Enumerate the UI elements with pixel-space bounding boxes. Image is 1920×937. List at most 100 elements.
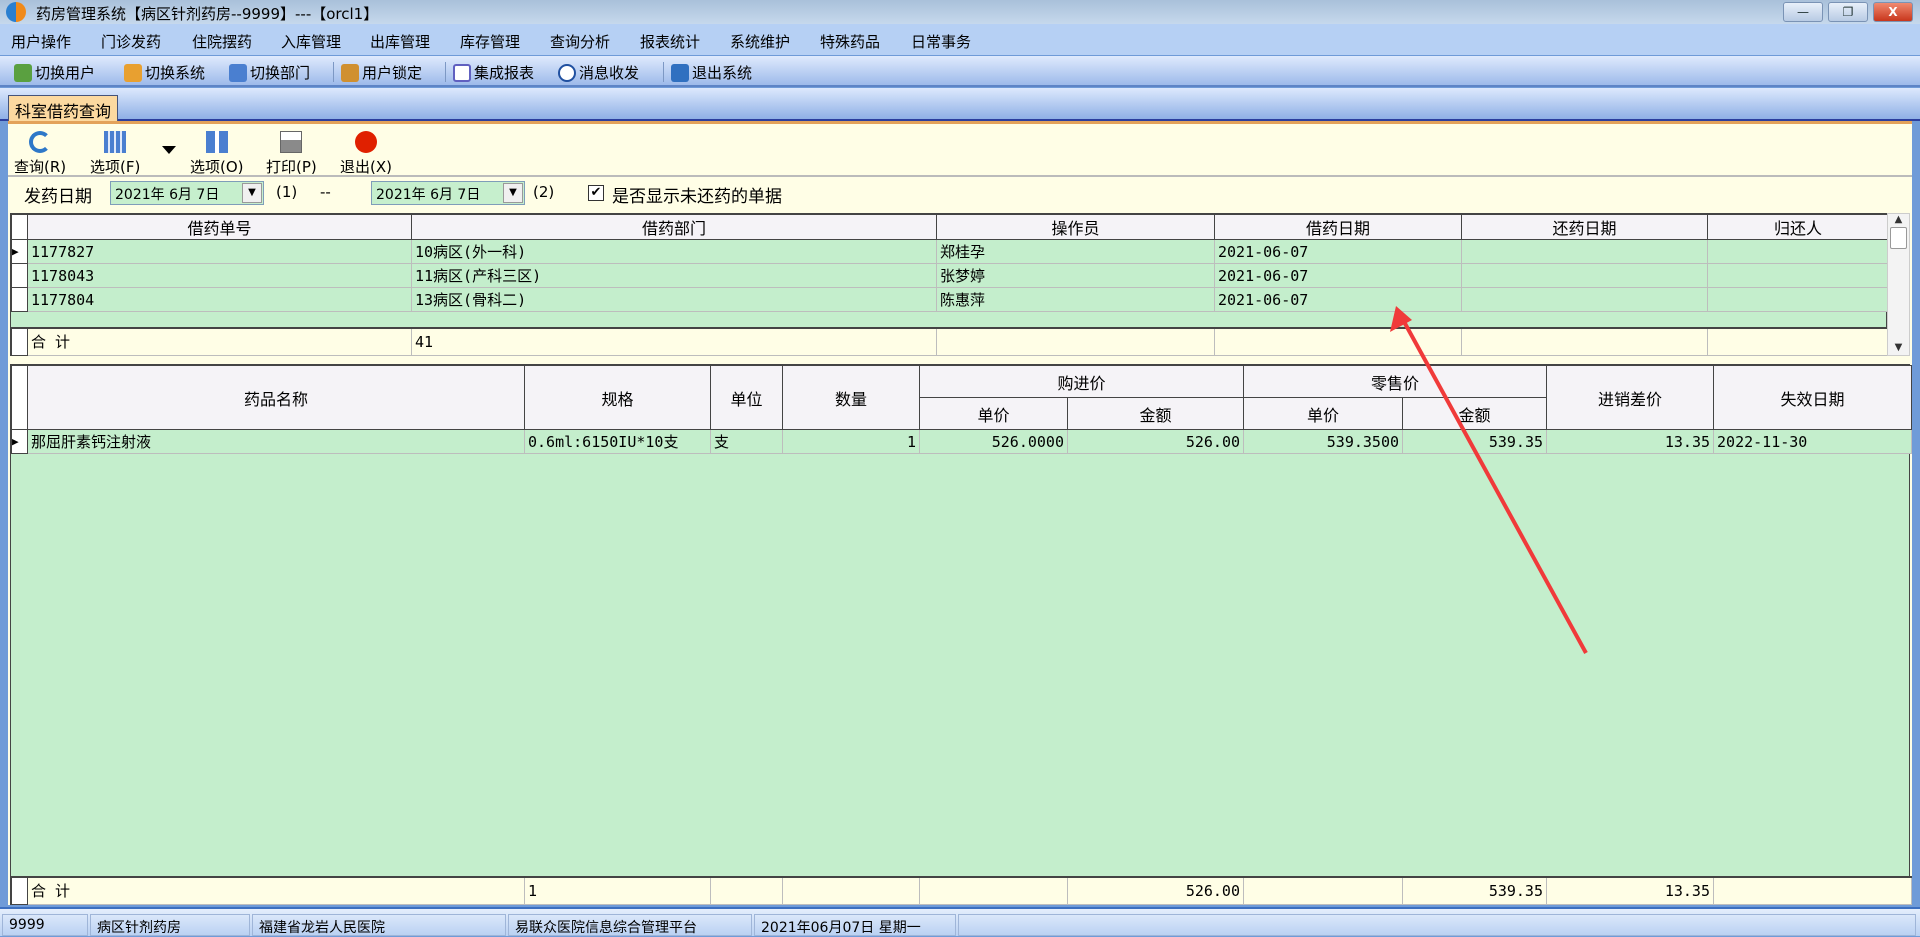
menu-stock-in[interactable]: 入库管理 [281,31,341,52]
col-header-buy-unit-price[interactable]: 单价 [919,397,1068,430]
col-header-retail-unit-price[interactable]: 单价 [1243,397,1404,430]
table-row[interactable]: ▶ 那屈肝素钙注射液 0.6ml:6150IU*10支 支 1 526.0000… [11,429,1913,454]
col-header-expiry[interactable]: 失效日期 [1713,365,1913,430]
row-header[interactable] [11,263,28,288]
menu-system[interactable]: 系统维护 [730,31,790,52]
minimize-button[interactable]: — [1783,2,1823,22]
cell-returner[interactable] [1707,239,1889,264]
report-button[interactable]: 集成报表 [453,62,534,83]
cell-return-date[interactable] [1461,263,1708,288]
cell-borrow-date[interactable]: 2021-06-07 [1214,263,1462,288]
borrow-summary-row: 合 计 41 [11,327,1889,356]
grid-header-row: 药品名称 规格 单位 数量 购进价 零售价 进销差价 失效日期 [11,365,1913,430]
drug-detail-grid: 药品名称 规格 单位 数量 购进价 零售价 进销差价 失效日期 单价 金额 单价… [10,364,1913,905]
col-header-purchase-price[interactable]: 购进价 [918,365,1245,398]
switch-user-button[interactable]: 切换用户 [14,62,95,83]
scroll-up-icon[interactable]: ▲ [1888,214,1909,225]
cell-retail-unit-price[interactable]: 539.3500 [1243,429,1404,454]
col-header-returner[interactable]: 归还人 [1707,214,1889,240]
cell-return-date[interactable] [1461,239,1708,264]
cell-expiry[interactable]: 2022-11-30 [1713,429,1913,454]
cell-retail-amount[interactable]: 539.35 [1402,429,1548,454]
col-header-spec[interactable]: 规格 [524,365,711,430]
switch-department-button[interactable]: 切换部门 [229,62,310,83]
cell-drug-name[interactable]: 那屈肝素钙注射液 [27,429,525,454]
col-header-drug-name[interactable]: 药品名称 [27,365,525,430]
table-row[interactable]: 1177804 13病区(骨科二) 陈惠萍 2021-06-07 [11,287,1889,312]
menu-stock-out[interactable]: 出库管理 [370,31,430,52]
cell-dept[interactable]: 11病区(产科三区) [411,263,937,288]
messages-button[interactable]: 消息收发 [558,62,639,83]
chevron-down-icon[interactable]: ▼ [242,183,262,203]
col-header-dept[interactable]: 借药部门 [411,214,937,240]
col-header-buy-amount[interactable]: 金额 [1066,397,1245,430]
exit-button[interactable]: 退出(X) [340,131,392,177]
restore-button[interactable]: ❐ [1828,2,1868,22]
col-header-unit[interactable]: 单位 [710,365,783,430]
col-header-return-date[interactable]: 还药日期 [1461,214,1708,240]
cell-operator[interactable]: 郑桂孕 [936,239,1215,264]
col-header-margin[interactable]: 进销差价 [1546,365,1715,430]
col-header-operator[interactable]: 操作员 [936,214,1215,240]
refresh-icon [29,131,52,153]
table-row[interactable]: 1178043 11病区(产科三区) 张梦婷 2021-06-07 [11,263,1889,288]
menu-inventory[interactable]: 库存管理 [460,31,520,52]
summary-cell [1461,327,1708,356]
cell-dept[interactable]: 10病区(外一科) [411,239,937,264]
exit-icon [671,63,689,82]
menu-daily[interactable]: 日常事务 [911,31,971,52]
print-button[interactable]: 打印(P) [266,131,317,177]
col-header-retail-amount[interactable]: 金额 [1402,397,1548,430]
cell-borrow-no[interactable]: 1177827 [27,239,412,264]
menu-query[interactable]: 查询分析 [550,31,610,52]
close-button[interactable]: X [1873,2,1913,22]
vertical-scrollbar[interactable]: ▲ ▼ [1887,213,1910,356]
cell-return-date[interactable] [1461,287,1708,312]
cell-unit[interactable]: 支 [710,429,783,454]
cell-operator[interactable]: 张梦婷 [936,263,1215,288]
summary-cell [919,876,1068,905]
cell-margin[interactable]: 13.35 [1546,429,1715,454]
table-row[interactable]: ▶ 1177827 10病区(外一科) 郑桂孕 2021-06-07 [11,239,1889,264]
cell-buy-amount[interactable]: 526.00 [1066,429,1245,454]
switch-system-button[interactable]: 切换系统 [124,62,205,83]
cell-borrow-date[interactable]: 2021-06-07 [1214,239,1462,264]
summary-cell [1243,876,1403,905]
col-header-qty[interactable]: 数量 [782,365,920,430]
exit-system-button[interactable]: 退出系统 [671,62,752,83]
menu-outpatient[interactable]: 门诊发药 [101,31,161,52]
col-header-borrow-no[interactable]: 借药单号 [27,214,412,240]
tab-dept-borrow-query[interactable]: 科室借药查询 [8,95,119,121]
cell-borrow-no[interactable]: 1178043 [27,263,412,288]
query-button[interactable]: 查询(R) [14,131,66,177]
menu-special-drugs[interactable]: 特殊药品 [820,31,880,52]
cell-buy-unit-price[interactable]: 526.0000 [919,429,1068,454]
end-date-picker[interactable]: 2021年 6月 7日 ▼ [371,181,525,205]
user-lock-button[interactable]: 用户锁定 [341,62,422,83]
start-date-picker[interactable]: 2021年 6月 7日 ▼ [110,181,264,205]
current-row-indicator-icon: ▶ [11,239,28,264]
menu-reports[interactable]: 报表统计 [640,31,700,52]
cell-returner[interactable] [1707,263,1889,288]
scroll-down-icon[interactable]: ▼ [1888,342,1909,353]
col-header-borrow-date[interactable]: 借药日期 [1214,214,1462,240]
status-dept-code: 9999 [2,914,88,936]
col-header-retail-price[interactable]: 零售价 [1243,365,1548,398]
dropdown-arrow-icon[interactable] [162,146,176,154]
cell-dept[interactable]: 13病区(骨科二) [411,287,937,312]
cell-borrow-date[interactable]: 2021-06-07 [1214,287,1462,312]
detail-summary-row: 合 计 1 526.00 539.35 13.35 [11,876,1912,905]
show-unreturned-checkbox[interactable]: ✔ [588,185,604,201]
cell-operator[interactable]: 陈惠萍 [936,287,1215,312]
menu-inpatient[interactable]: 住院摆药 [192,31,252,52]
row-header[interactable] [11,287,28,312]
options-f-button[interactable]: 选项(F) [90,131,140,177]
cell-borrow-no[interactable]: 1177804 [27,287,412,312]
cell-spec[interactable]: 0.6ml:6150IU*10支 [524,429,711,454]
cell-returner[interactable] [1707,287,1889,312]
cell-qty[interactable]: 1 [782,429,920,454]
menu-user-ops[interactable]: 用户操作 [11,31,71,52]
chevron-down-icon[interactable]: ▼ [503,183,523,203]
scrollbar-thumb[interactable] [1890,227,1907,249]
options-o-button[interactable]: 选项(O) [190,131,244,177]
